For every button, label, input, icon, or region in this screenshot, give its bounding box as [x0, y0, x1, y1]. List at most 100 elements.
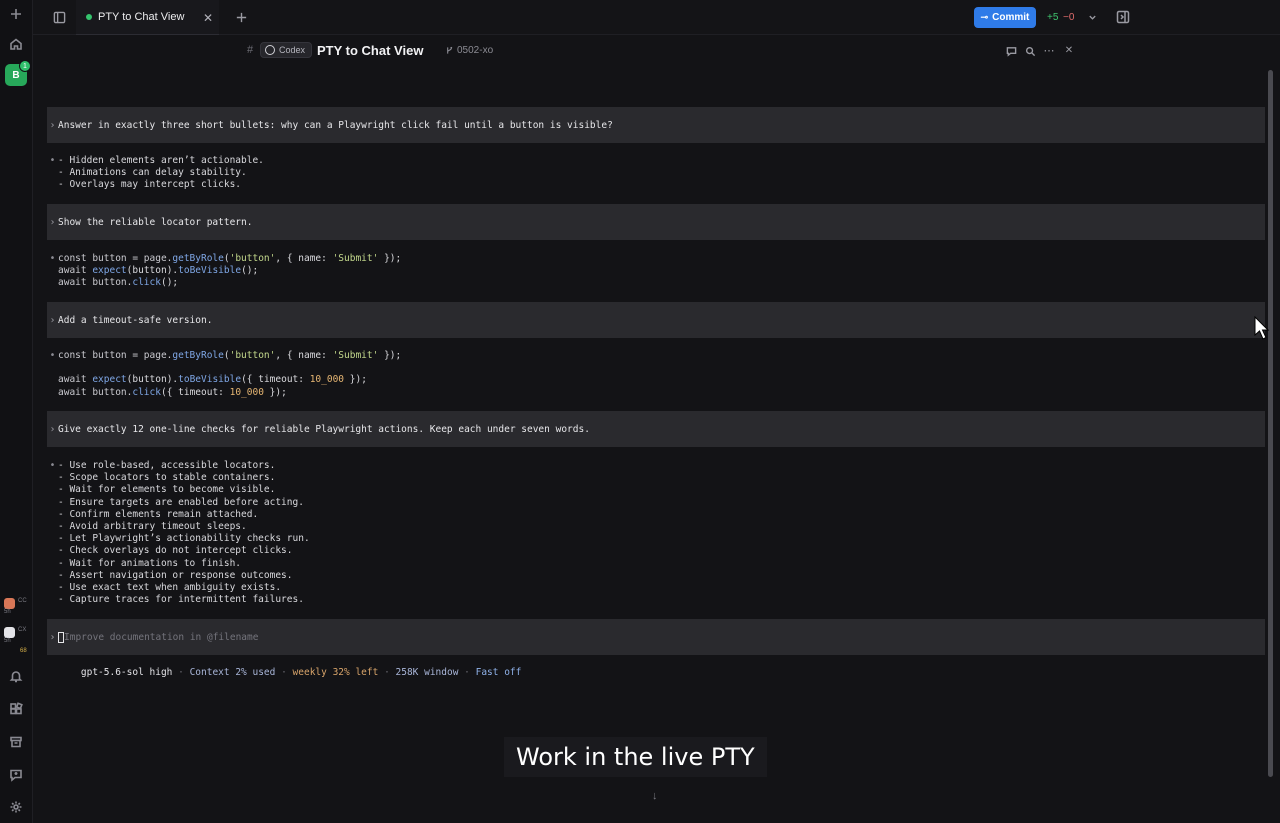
response-bullet-icon: • [49, 155, 56, 166]
settings-gear-icon[interactable] [6, 797, 26, 817]
pty-terminal[interactable]: › Answer in exactly three short bullets:… [47, 67, 1265, 823]
response-line: - Avoid arbitrary timeout sleeps. [58, 520, 247, 532]
code-line: await expect(button).toBeVisible(); [58, 265, 259, 277]
mini-session-label: CX [18, 627, 27, 633]
prompt-text: Add a timeout-safe version. [58, 314, 213, 326]
response-line: - Capture traces for intermittent failur… [58, 594, 304, 606]
feedback-icon[interactable] [6, 765, 26, 785]
response-bullet-icon: • [49, 253, 56, 264]
search-icon[interactable] [1023, 44, 1037, 58]
agent-name: Codex [279, 45, 306, 55]
toggle-right-panel-icon[interactable] [1115, 9, 1131, 25]
workspace-initial: B [12, 69, 20, 81]
response-line: - Ensure targets are enabled before acti… [58, 496, 304, 508]
more-options-icon[interactable]: ⋯ [1042, 43, 1056, 57]
status-line: gpt-5.6-sol high · Context 2% used · wee… [58, 656, 521, 689]
commit-icon: ⊸ [980, 12, 989, 22]
extensions-icon[interactable] [6, 699, 26, 719]
code-line: await expect(button).toBeVisible({ timeo… [58, 374, 367, 386]
commit-label: Commit [992, 12, 1030, 23]
mini-session-label: CC [18, 598, 27, 604]
branch-indicator[interactable]: 0502-xo [445, 45, 493, 56]
user-prompt: › Give exactly 12 one-line checks for re… [47, 411, 1265, 447]
mini-session-count: 68 [20, 648, 27, 654]
response-line: - Assert navigation or response outcomes… [58, 569, 293, 581]
tab-title: PTY to Chat View [98, 11, 185, 23]
mouse-pointer-icon [1254, 316, 1270, 340]
close-session-icon[interactable]: ✕ [1062, 43, 1076, 57]
chevron-down-icon[interactable] [1086, 11, 1098, 23]
assistant-response: • - Hidden elements aren’t actionable. -… [47, 155, 264, 192]
status-separator: · [172, 667, 190, 678]
assistant-response: • - Use role-based, accessible locators.… [47, 460, 310, 606]
prompt-chevron-icon: › [49, 216, 56, 228]
weekly-usage: weekly 32% left [292, 667, 379, 678]
response-bullet-icon: • [49, 350, 56, 361]
prompt-input[interactable]: › Improve documentation in @filename [47, 619, 1265, 655]
session-title: PTY to Chat View [317, 43, 424, 58]
bell-icon[interactable] [6, 666, 26, 686]
response-line: - Wait for animations to finish. [58, 557, 242, 569]
hash-icon: # [247, 44, 254, 56]
agent-pill[interactable]: Codex [260, 42, 313, 58]
scroll-to-bottom-arrow-icon[interactable]: ↓ [652, 790, 658, 802]
context-window: 258K window [395, 667, 459, 678]
assistant-code-response: • const button = page.getByRole('button'… [47, 253, 402, 290]
diff-additions: +5 [1047, 12, 1059, 23]
prompt-chevron-icon: › [49, 423, 56, 435]
model-indicator: gpt-5.6-sol high [80, 667, 173, 678]
git-branch-icon [447, 46, 453, 54]
diff-deletions: −0 [1063, 12, 1075, 23]
archive-icon[interactable] [6, 732, 26, 752]
response-line: - Hidden elements aren’t actionable. [58, 155, 264, 166]
prompt-text: Show the reliable locator pattern. [58, 216, 253, 228]
new-tab-plus-icon[interactable] [233, 9, 249, 25]
prompt-chevron-icon: › [49, 631, 56, 643]
assistant-code-response: • const button = page.getByRole('button'… [47, 350, 402, 399]
prompt-text: Answer in exactly three short bullets: w… [58, 119, 613, 131]
prompt-chevron-icon: › [49, 119, 56, 131]
commit-button[interactable]: ⊸ Commit [974, 7, 1036, 28]
mini-session-claude[interactable]: CC 5h [4, 597, 30, 617]
response-bullet-icon: • [49, 460, 56, 471]
context-usage: Context 2% used [189, 667, 276, 678]
status-separator: · [458, 667, 476, 678]
tab-close-icon[interactable]: ✕ [203, 11, 213, 25]
fast-mode-indicator: Fast off [475, 667, 522, 678]
comment-icon[interactable] [1004, 44, 1018, 58]
scrollbar-thumb[interactable] [1268, 70, 1273, 777]
response-line: - Animations can delay stability. [58, 167, 247, 179]
tab-pty-to-chat-view[interactable]: PTY to Chat View ✕ [76, 0, 219, 35]
user-prompt: › Answer in exactly three short bullets:… [47, 107, 1265, 143]
user-prompt: › Add a timeout-safe version. [47, 302, 1265, 338]
codex-icon [4, 627, 15, 638]
workspace-badge: 1 [19, 60, 31, 72]
home-icon[interactable] [6, 34, 26, 54]
mini-session-sub: 5h [4, 638, 11, 644]
left-rail: B 1 CC 5h CX 5h 68 [0, 0, 33, 823]
response-line: - Let Playwright’s actionability checks … [58, 533, 310, 545]
claude-icon [4, 598, 15, 609]
prompt-text: Give exactly 12 one-line checks for reli… [58, 423, 590, 435]
response-line: - Use role-based, accessible locators. [58, 460, 276, 471]
response-line: - Check overlays do not intercept clicks… [58, 545, 293, 557]
session-header: # Codex PTY to Chat View 0502-xo ⋯ ✕ [33, 35, 1280, 67]
status-separator: · [378, 667, 396, 678]
live-status-dot [86, 14, 92, 20]
mini-session-sub: 5h [4, 609, 11, 615]
mini-session-codex[interactable]: CX 5h [4, 626, 30, 646]
code-line: const button = page.getByRole('button', … [58, 350, 402, 361]
response-line: - Confirm elements remain attached. [58, 508, 259, 520]
new-workspace-plus-icon[interactable] [6, 4, 26, 24]
prompt-chevron-icon: › [49, 314, 56, 326]
code-line: const button = page.getByRole('button', … [58, 253, 402, 264]
code-line: await button.click({ timeout: 10_000 }); [58, 386, 287, 398]
response-line: - Overlays may intercept clicks. [58, 179, 242, 191]
response-line: - Wait for elements to become visible. [58, 484, 276, 496]
video-caption: Work in the live PTY [504, 737, 767, 777]
toggle-sidebar-icon[interactable] [51, 9, 67, 25]
branch-name: 0502-xo [457, 45, 494, 56]
response-line: - Use exact text when ambiguity exists. [58, 581, 282, 593]
prompt-placeholder: Improve documentation in @filename [64, 631, 259, 643]
